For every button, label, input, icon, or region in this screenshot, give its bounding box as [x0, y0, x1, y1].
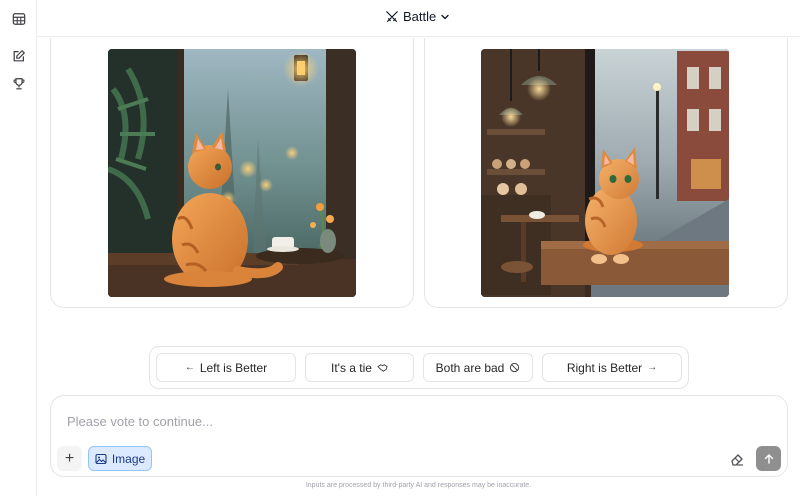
- clear-tag-button[interactable]: [727, 449, 747, 469]
- image-icon: [95, 453, 107, 464]
- message-composer: Please vote to continue... + Image: [50, 395, 788, 477]
- right-generated-image: [481, 49, 729, 297]
- arrow-up-icon: [764, 453, 773, 464]
- image-button-label: Image: [111, 451, 146, 466]
- tie-button[interactable]: It's a tie: [305, 353, 414, 382]
- plus-icon: +: [64, 449, 75, 467]
- both-are-bad-button[interactable]: Both are bad: [423, 353, 533, 382]
- right-is-better-button[interactable]: Right is Better →: [542, 353, 682, 382]
- trophy-icon[interactable]: [11, 76, 26, 91]
- left-is-better-label: Left is Better: [199, 360, 268, 375]
- right-response-card: [424, 38, 788, 308]
- mode-label: Battle: [403, 9, 437, 24]
- composer-input[interactable]: Please vote to continue...: [67, 414, 213, 429]
- mode-selector[interactable]: Battle: [385, 9, 450, 24]
- tie-label: It's a tie: [331, 360, 372, 375]
- add-button[interactable]: +: [57, 446, 82, 471]
- edit-icon[interactable]: [11, 48, 26, 63]
- vote-bar: ← Left is Better It's a tie Both are bad…: [149, 346, 689, 389]
- eraser-icon: [731, 454, 743, 466]
- swords-icon: [386, 10, 398, 22]
- handshake-icon: [377, 364, 388, 372]
- chevron-down-icon: [441, 14, 449, 19]
- both-are-bad-label: Both are bad: [435, 360, 505, 375]
- left-is-better-button[interactable]: ← Left is Better: [156, 353, 296, 382]
- disclaimer: Inputs are processed by third-party AI a…: [305, 482, 532, 489]
- sidebar: [0, 0, 37, 496]
- table-icon[interactable]: [11, 11, 26, 26]
- send-button[interactable]: [756, 446, 781, 471]
- right-is-better-label: Right is Better: [566, 360, 643, 375]
- arrow-left-icon: ←: [184, 362, 195, 373]
- arrow-right-icon: →: [647, 362, 658, 373]
- image-mode-button[interactable]: Image: [88, 446, 152, 471]
- left-generated-image: [108, 49, 356, 297]
- top-bar: Battle: [37, 0, 800, 37]
- ban-icon: [510, 362, 520, 373]
- left-response-card: [50, 38, 414, 308]
